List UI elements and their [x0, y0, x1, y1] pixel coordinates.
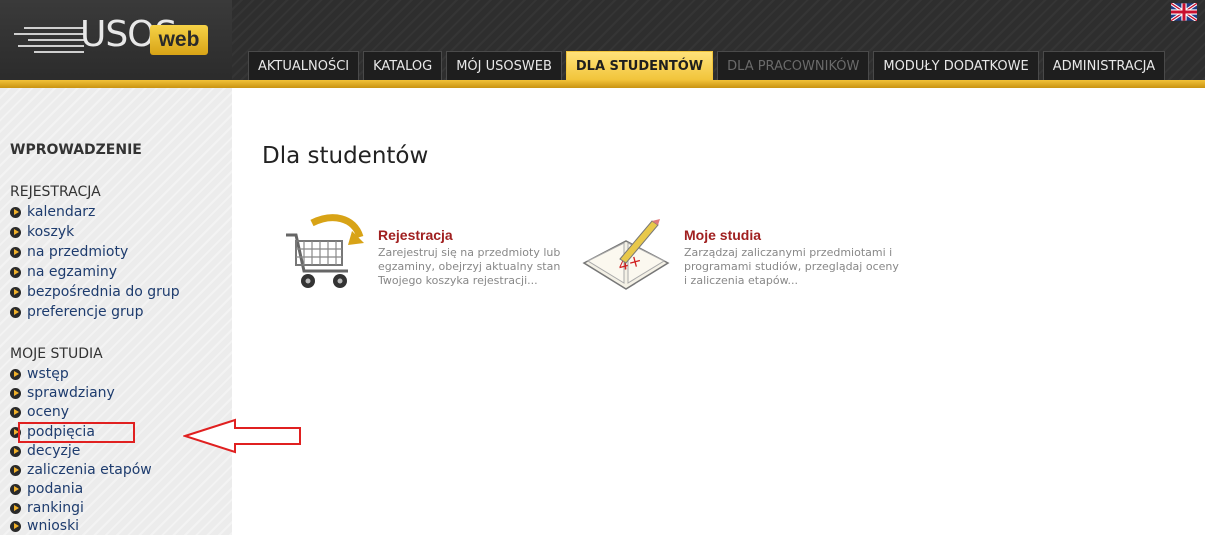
sidebar-item-label: sprawdziany	[27, 385, 115, 401]
bullet-icon	[10, 226, 21, 238]
sidebar-item-sprawdziany[interactable]: sprawdziany	[10, 383, 115, 403]
sidebar-item-na-przedmioty[interactable]: na przedmioty	[10, 242, 128, 262]
bullet-icon	[10, 445, 21, 457]
annotation-highlight-box	[18, 422, 135, 443]
bullet-icon	[10, 266, 21, 278]
annotation-arrow-icon	[183, 418, 301, 454]
sidebar-item-zaliczenia-etapow[interactable]: zaliczenia etapów	[10, 460, 152, 480]
tab-katalog[interactable]: KATALOG	[363, 51, 443, 80]
sidebar-item-label: decyzje	[27, 443, 81, 459]
sidebar-item-label: koszyk	[27, 224, 75, 240]
card-desc-rejestracja: Zarejestruj się na przedmioty lub egzami…	[378, 246, 561, 287]
sidebar: WPROWADZENIE REJESTRACJA kalendarz koszy…	[0, 88, 232, 535]
bullet-icon	[10, 387, 21, 399]
sidebar-item-na-egzaminy[interactable]: na egzaminy	[10, 262, 117, 282]
main-tabs: AKTUALNOŚCI KATALOG MÓJ USOSWEB DLA STUD…	[248, 51, 1166, 80]
card-desc-moje-studia: Zarządzaj zaliczanymi przedmiotami i pro…	[684, 246, 899, 287]
tab-dla-pracownikow[interactable]: DLA PRACOWNIKÓW	[717, 51, 870, 80]
bullet-icon	[10, 520, 21, 532]
gradebook-icon: 4+	[582, 219, 670, 290]
tab-moj-usosweb[interactable]: MÓJ USOSWEB	[446, 51, 562, 80]
bullet-icon	[10, 406, 21, 418]
bullet-icon	[10, 368, 21, 380]
sidebar-item-label: wstęp	[27, 366, 69, 382]
nav-bar: AKTUALNOŚCI KATALOG MÓJ USOSWEB DLA STUD…	[232, 0, 1205, 88]
bullet-icon	[10, 483, 21, 495]
sidebar-item-bezposrednia[interactable]: bezpośrednia do grup	[10, 282, 180, 302]
shopping-cart-icon	[286, 214, 364, 288]
logo-badge: web	[150, 25, 208, 55]
sidebar-item-label: zaliczenia etapów	[27, 462, 152, 478]
uk-flag-icon[interactable]	[1171, 3, 1197, 21]
sidebar-item-rankingi[interactable]: rankingi	[10, 498, 84, 518]
sidebar-item-koszyk[interactable]: koszyk	[10, 222, 74, 242]
sidebar-item-label: podania	[27, 481, 84, 497]
sidebar-item-kalendarz[interactable]: kalendarz	[10, 202, 95, 222]
sidebar-item-label: na przedmioty	[27, 244, 129, 260]
header-accent-line	[0, 80, 1205, 88]
sidebar-item-podania[interactable]: podania	[10, 479, 83, 499]
bullet-icon	[10, 206, 21, 218]
card-title-moje-studia[interactable]: Moje studia	[684, 227, 899, 243]
page-title: Dla studentów	[262, 143, 429, 169]
sidebar-item-oceny[interactable]: oceny	[10, 402, 69, 422]
bullet-icon	[10, 246, 21, 258]
sidebar-item-label: kalendarz	[27, 204, 96, 220]
sidebar-intro[interactable]: WPROWADZENIE	[10, 142, 142, 158]
card-title-rejestracja[interactable]: Rejestracja	[378, 227, 593, 243]
sidebar-item-wnioski[interactable]: wnioski	[10, 516, 79, 536]
tab-aktualnosci[interactable]: AKTUALNOŚCI	[248, 51, 360, 80]
sidebar-item-label: oceny	[27, 404, 70, 420]
sidebar-item-label: rankingi	[27, 500, 84, 516]
tab-moduly-dodatkowe[interactable]: MODUŁY DODATKOWE	[873, 51, 1039, 80]
header: USOS web AKTUALNOŚCI KATALOG MÓJ USOSWEB…	[0, 0, 1205, 88]
sidebar-item-preferencje-grup[interactable]: preferencje grup	[10, 302, 143, 322]
logo[interactable]: USOS web	[0, 0, 232, 88]
tab-administracja[interactable]: ADMINISTRACJA	[1042, 51, 1166, 80]
sidebar-item-decyzje[interactable]: decyzje	[10, 441, 80, 461]
sidebar-section-moje-studia: MOJE STUDIA	[10, 346, 103, 362]
tab-dla-studentow[interactable]: DLA STUDENTÓW	[565, 51, 714, 80]
bullet-icon	[10, 286, 21, 298]
bullet-icon	[10, 306, 21, 318]
sidebar-item-label: na egzaminy	[27, 264, 118, 280]
sidebar-section-rejestracja: REJESTRACJA	[10, 184, 101, 200]
sidebar-item-label: preferencje grup	[27, 304, 144, 320]
sidebar-item-label: wnioski	[27, 518, 80, 534]
sidebar-item-wstep[interactable]: wstęp	[10, 364, 69, 384]
bullet-icon	[10, 502, 21, 514]
sidebar-item-label: bezpośrednia do grup	[27, 284, 180, 300]
bullet-icon	[10, 464, 21, 476]
